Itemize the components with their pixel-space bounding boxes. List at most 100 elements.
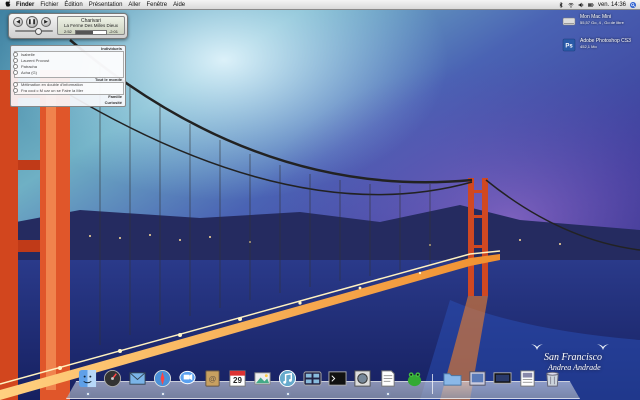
svg-text:@: @ bbox=[209, 374, 217, 383]
wifi-icon[interactable] bbox=[568, 2, 574, 8]
previous-track-button[interactable]: ◀ bbox=[13, 17, 23, 27]
dock-address-book[interactable]: @ bbox=[203, 369, 222, 388]
dock-expose[interactable] bbox=[303, 369, 322, 388]
message-row[interactable]: Mélimation en double d'information bbox=[13, 82, 83, 87]
battery-icon[interactable] bbox=[587, 2, 594, 8]
section-family: Famille bbox=[108, 94, 122, 99]
mail-icon bbox=[129, 372, 146, 385]
message-subject: Mélimation en double d'information bbox=[21, 82, 83, 87]
message-row[interactable]: Fra cool c M uar un se Faire la Mer bbox=[13, 88, 83, 93]
desktop-icon-photoshop[interactable]: Ps Adobe Photoshop CS3 452,1 Mo bbox=[562, 38, 640, 52]
dock-iphoto[interactable] bbox=[253, 369, 272, 388]
dock-preview[interactable] bbox=[353, 369, 372, 388]
itunes-display: Charivari La Ferme Des Milles Dieux 2:52… bbox=[57, 16, 125, 35]
expose-icon bbox=[303, 371, 322, 386]
menu-fenetre[interactable]: Fenêtre bbox=[146, 2, 167, 8]
running-indicator bbox=[287, 393, 289, 395]
dock-finder[interactable] bbox=[78, 369, 97, 388]
dock-frog-app[interactable] bbox=[405, 369, 424, 388]
itunes-icon bbox=[278, 369, 297, 388]
dock-terminal[interactable] bbox=[328, 369, 347, 388]
dock-dashboard[interactable] bbox=[103, 369, 122, 388]
volume-slider[interactable] bbox=[15, 28, 53, 35]
menu-fichier[interactable]: Fichier bbox=[40, 2, 58, 8]
dock-mail[interactable] bbox=[128, 369, 147, 388]
safari-icon bbox=[153, 369, 172, 388]
clock[interactable]: ven. 14:36 bbox=[598, 2, 626, 8]
elapsed-time: 2:52 bbox=[64, 29, 72, 34]
dock-screen[interactable] bbox=[493, 369, 512, 388]
dock-downloads[interactable] bbox=[468, 369, 487, 388]
volume-icon[interactable] bbox=[578, 2, 584, 8]
menu-edition[interactable]: Édition bbox=[64, 2, 82, 8]
watermark-title: San Francisco bbox=[544, 352, 603, 363]
menu-finder[interactable]: Finder bbox=[16, 2, 34, 8]
contact-name: Patracha bbox=[21, 64, 38, 69]
iphoto-icon bbox=[254, 372, 271, 385]
itunes-widget: ◀ ❚❚ ▶ Charivari La Ferme Des Milles Die… bbox=[8, 13, 128, 39]
hard-drive-icon bbox=[562, 17, 576, 26]
pause-button[interactable]: ❚❚ bbox=[26, 16, 38, 28]
contact-name: Acha (G) bbox=[21, 70, 38, 75]
photoshop-icon: Ps bbox=[562, 38, 576, 52]
volume-knob[interactable] bbox=[34, 28, 42, 35]
progress-fill bbox=[76, 31, 94, 34]
ical-date: 29 bbox=[233, 376, 242, 385]
running-indicator bbox=[162, 393, 164, 395]
dock-document[interactable] bbox=[518, 369, 537, 388]
desktop-icon-mac-mini[interactable]: Mon Mac Mini 55,57 Go, 4 , Go de libre bbox=[562, 14, 624, 28]
next-track-button[interactable]: ▶ bbox=[41, 17, 51, 27]
dashboard-icon bbox=[103, 369, 122, 388]
menu-extras: ven. 14:36 bbox=[558, 0, 636, 9]
textedit-icon bbox=[381, 370, 395, 387]
downloads-icon bbox=[469, 371, 486, 386]
bird-left-icon bbox=[531, 344, 543, 350]
contact-row[interactable]: Patracha bbox=[13, 64, 37, 69]
progress-bar[interactable] bbox=[75, 30, 107, 35]
menu-bar: Finder Fichier Édition Présentation Alle… bbox=[0, 0, 640, 10]
mail-list-panel: Individuels Isabelle Laurent Provost Pat… bbox=[10, 45, 126, 107]
unread-dot bbox=[13, 52, 18, 57]
remaining-time: -2:01 bbox=[108, 29, 118, 34]
preview-icon bbox=[354, 370, 371, 387]
unread-dot bbox=[13, 58, 18, 63]
terminal-icon bbox=[328, 371, 347, 386]
address-book-icon: @ bbox=[205, 370, 220, 387]
dock-ichat[interactable] bbox=[178, 369, 197, 388]
icon-subtitle: 55,57 Go, 4 , Go de libre bbox=[580, 20, 624, 25]
contact-row[interactable]: Acha (G) bbox=[13, 70, 37, 75]
section-curiosity: Curiosité bbox=[104, 100, 122, 105]
pause-icon: ❚❚ bbox=[27, 19, 37, 25]
frog-icon bbox=[407, 372, 422, 387]
svg-text:Ps: Ps bbox=[565, 44, 573, 50]
menu-aller[interactable]: Aller bbox=[128, 2, 140, 8]
unread-dot bbox=[13, 64, 18, 69]
song-title: La Ferme Des Milles Dieux bbox=[63, 23, 118, 28]
icon-subtitle: 452,1 Mo bbox=[580, 44, 597, 49]
document-icon bbox=[520, 370, 535, 387]
apple-icon[interactable] bbox=[4, 0, 12, 9]
bluetooth-icon[interactable] bbox=[558, 1, 564, 8]
contact-row[interactable]: Laurent Provost bbox=[13, 58, 49, 63]
screen-icon bbox=[493, 372, 512, 384]
dock-textedit[interactable] bbox=[378, 369, 397, 388]
running-indicator bbox=[387, 393, 389, 395]
menu-aide[interactable]: Aide bbox=[173, 2, 185, 8]
dock-itunes[interactable] bbox=[278, 369, 297, 388]
contact-row[interactable]: Isabelle bbox=[13, 52, 35, 57]
dock-trash[interactable] bbox=[543, 369, 562, 388]
unread-dot bbox=[13, 88, 18, 93]
ichat-icon bbox=[179, 370, 196, 385]
running-indicator bbox=[87, 393, 89, 395]
rewind-icon: ◀ bbox=[16, 19, 20, 25]
contact-name: Laurent Provost bbox=[21, 58, 50, 63]
dock-safari[interactable] bbox=[153, 369, 172, 388]
unread-dot bbox=[13, 82, 18, 87]
dock-ical[interactable]: 29 bbox=[228, 369, 247, 388]
finder-icon bbox=[78, 369, 97, 388]
spotlight-icon[interactable] bbox=[630, 1, 636, 8]
dock-folder[interactable] bbox=[443, 369, 462, 388]
contact-name: Isabelle bbox=[21, 52, 35, 57]
menu-presentation[interactable]: Présentation bbox=[89, 2, 123, 8]
dock-separator bbox=[432, 374, 433, 394]
